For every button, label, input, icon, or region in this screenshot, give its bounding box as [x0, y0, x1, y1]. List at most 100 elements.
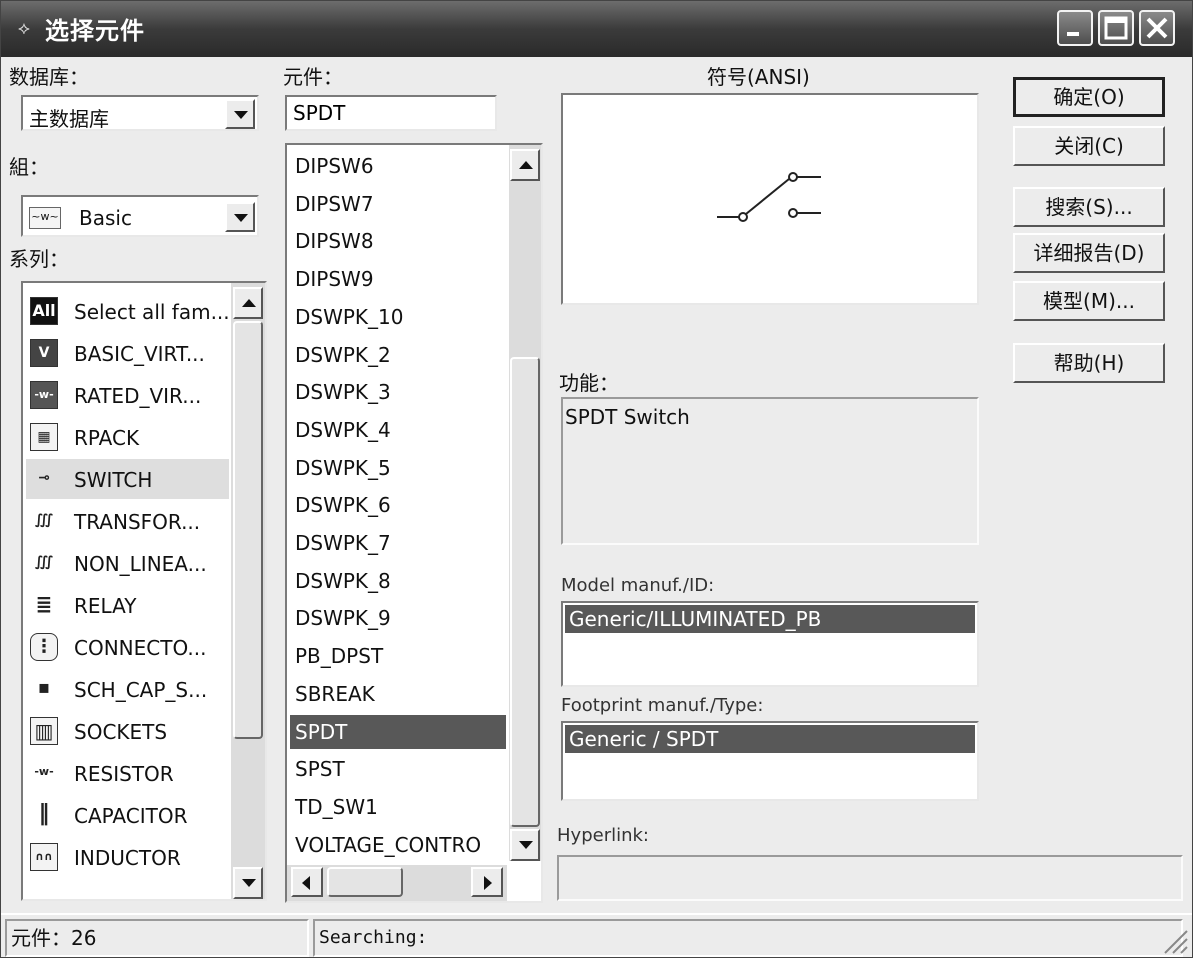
non-linear-transformer-icon: ∭ — [34, 554, 54, 570]
component-scroll-thumb[interactable] — [510, 357, 540, 827]
component-item[interactable]: DIPSW7 — [290, 187, 506, 221]
close-button[interactable] — [1139, 10, 1175, 46]
component-item-label: PB_DPST — [295, 644, 384, 669]
component-item[interactable]: DSWPK_10 — [290, 300, 506, 334]
family-item-transformer[interactable]: ∭ TRANSFOR... — [26, 501, 229, 541]
component-item-label: SBREAK — [295, 681, 375, 706]
group-dropdown-button[interactable] — [225, 202, 255, 232]
basic-group-icon: ~w~ — [29, 207, 61, 229]
family-item-all[interactable]: All Select all fam... — [26, 291, 230, 331]
maximize-button[interactable] — [1098, 10, 1134, 46]
detail-report-button[interactable]: 详细报告(D) — [1013, 233, 1165, 273]
family-item-sch-cap[interactable]: ▪ SCH_CAP_S... — [26, 669, 229, 709]
component-scroll-right-button[interactable] — [471, 867, 503, 897]
database-dropdown-button[interactable] — [225, 99, 255, 129]
component-hscroll-thumb[interactable] — [327, 867, 403, 897]
function-box: SPDT Switch — [561, 397, 979, 545]
component-item-label: DSWPK_5 — [295, 455, 391, 480]
transformer-icon: ∭ — [34, 512, 54, 528]
hyperlink-field[interactable] — [557, 855, 1183, 901]
component-item[interactable]: VOLTAGE_CONTRO — [290, 828, 506, 862]
component-item-label: SPST — [295, 757, 345, 782]
component-item[interactable]: SBREAK — [290, 677, 506, 711]
title-bar[interactable]: ⟡ 选择元件 — [1, 1, 1192, 57]
family-item-relay[interactable]: ≣ RELAY — [26, 585, 229, 625]
component-list[interactable]: DIPSW6 DIPSW7 DIPSW8 DIPSW9 DSWPK_10 DSWPK_2 D… — [285, 143, 543, 903]
resize-grip-icon[interactable] — [1159, 925, 1189, 955]
family-item-label: SOCKETS — [74, 720, 168, 744]
component-item[interactable]: PB_DPST — [290, 639, 506, 673]
model-item-selected[interactable]: Generic/ILLUMINATED_PB — [565, 605, 975, 633]
family-item-label: SWITCH — [74, 468, 153, 492]
component-item[interactable]: DSWPK_9 — [290, 601, 506, 635]
family-item-basic-virtual[interactable]: V BASIC_VIRT... — [26, 333, 229, 373]
family-item-non-linear[interactable]: ∭ NON_LINEA... — [26, 543, 229, 583]
component-item[interactable]: DSWPK_2 — [290, 338, 506, 372]
close-dialog-button[interactable]: 关闭(C) — [1013, 126, 1165, 166]
window-title: 选择元件 — [45, 17, 145, 45]
component-item-label: DIPSW9 — [295, 267, 374, 292]
component-hscrollbar[interactable] — [287, 865, 507, 901]
component-item[interactable]: DSWPK_5 — [290, 451, 506, 485]
component-item[interactable]: DSWPK_7 — [290, 526, 506, 560]
family-list[interactable]: All Select all fam... V BASIC_VIRT... -w… — [21, 281, 267, 901]
status-count-text: 元件：26 — [11, 926, 97, 950]
family-scrollbar[interactable] — [231, 283, 265, 899]
family-item-sockets[interactable]: ▥ SOCKETS — [26, 711, 229, 751]
minimize-icon — [1067, 32, 1079, 36]
database-combo[interactable]: 主数据库 — [21, 95, 259, 131]
help-button[interactable]: 帮助(H) — [1013, 343, 1165, 383]
database-value: 主数据库 — [29, 107, 109, 131]
database-label: 数据库： — [9, 65, 89, 89]
model-list[interactable]: Generic/ILLUMINATED_PB — [561, 601, 979, 687]
footprint-item-selected[interactable]: Generic / SPDT — [565, 725, 975, 753]
family-item-rpack[interactable]: ▦ RPACK — [26, 417, 229, 457]
family-item-label: TRANSFOR... — [74, 510, 201, 534]
model-button[interactable]: 模型(M)... — [1013, 281, 1165, 321]
family-scroll-down-button[interactable] — [233, 867, 263, 899]
status-bar: 元件：26 Searching: — [1, 913, 1192, 959]
footprint-list[interactable]: Generic / SPDT — [561, 721, 979, 801]
app-icon: ⟡ — [18, 18, 30, 39]
ok-button[interactable]: 确定(O) — [1013, 77, 1165, 117]
group-label: 組： — [9, 155, 49, 179]
family-item-connector[interactable]: ⋮ CONNECTO... — [26, 627, 229, 667]
family-scroll-up-button[interactable] — [233, 287, 263, 319]
component-scroll-up-button[interactable] — [510, 149, 540, 181]
component-item[interactable]: TD_SW1 — [290, 790, 506, 824]
close-icon — [1146, 17, 1168, 39]
component-scroll-down-button[interactable] — [510, 829, 540, 861]
component-item[interactable]: DSWPK_6 — [290, 488, 506, 522]
family-item-inductor[interactable]: ∩∩ INDUCTOR — [26, 837, 229, 877]
minimize-button[interactable] — [1057, 10, 1093, 46]
component-item[interactable]: DIPSW8 — [290, 224, 506, 258]
component-item[interactable]: DSWPK_8 — [290, 564, 506, 598]
select-component-window: ⟡ 选择元件 数据库： 主数据库 組： ~w~ Basic 系列： All Se… — [0, 0, 1193, 958]
function-value: SPDT Switch — [565, 405, 690, 429]
model-label: Model manuf./ID: — [561, 575, 715, 596]
search-button[interactable]: 搜索(S)... — [1013, 187, 1165, 227]
family-item-capacitor[interactable]: ‖ CAPACITOR — [26, 795, 229, 835]
family-item-label: SCH_CAP_S... — [74, 678, 208, 702]
component-item[interactable]: DIPSW9 — [290, 262, 506, 296]
component-item[interactable]: SPST — [290, 752, 506, 786]
family-scroll-thumb[interactable] — [233, 321, 263, 739]
component-search-input[interactable] — [285, 95, 497, 131]
family-item-label: INDUCTOR — [74, 846, 181, 870]
status-searching: Searching: — [313, 919, 1183, 957]
component-item[interactable]: DIPSW6 — [290, 149, 506, 183]
family-label: 系列： — [9, 247, 69, 271]
component-item-label: DSWPK_8 — [295, 568, 391, 593]
family-item-switch[interactable]: ⊸ SWITCH — [26, 459, 229, 499]
component-scroll-left-button[interactable] — [291, 867, 323, 897]
component-item[interactable]: SPDT — [290, 714, 506, 749]
family-item-rated-virtual[interactable]: -w- RATED_VIR... — [26, 375, 229, 415]
group-combo[interactable]: ~w~ Basic — [21, 195, 259, 237]
component-item[interactable]: DSWPK_4 — [290, 413, 506, 447]
sch-cap-icon: ▪ — [37, 677, 51, 698]
family-item-resistor[interactable]: -w- RESISTOR — [26, 753, 229, 793]
component-item[interactable]: DSWPK_3 — [290, 375, 506, 409]
component-item-label: DSWPK_10 — [295, 304, 404, 329]
component-scrollbar[interactable] — [509, 145, 541, 861]
family-item-label: CONNECTO... — [74, 636, 207, 660]
